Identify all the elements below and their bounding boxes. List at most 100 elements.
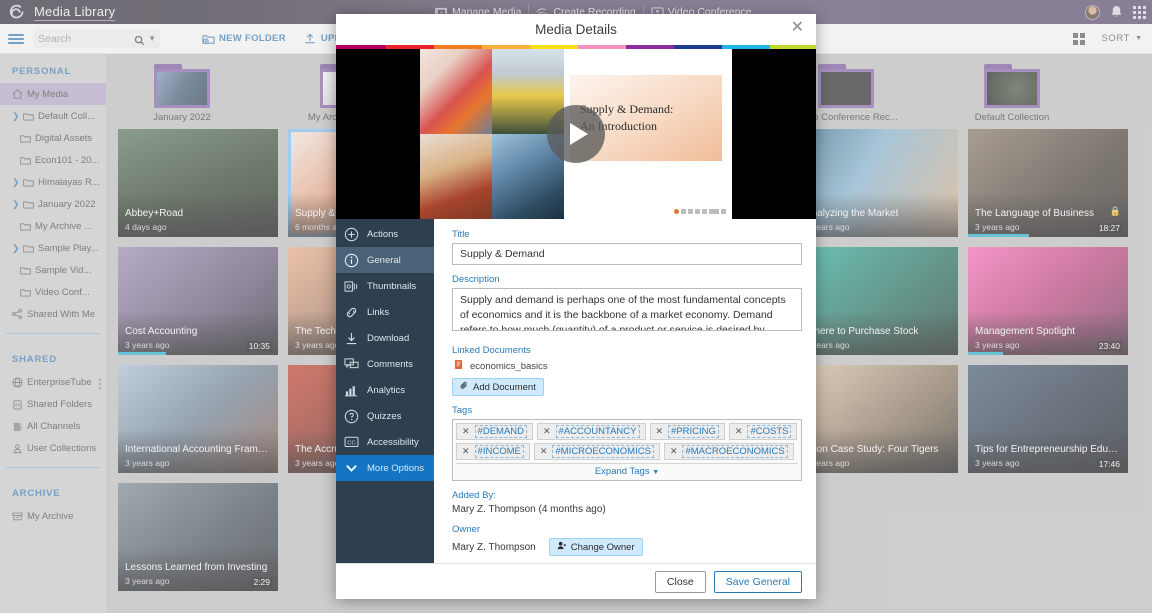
remove-tag-icon[interactable]: ✕ [462, 426, 470, 437]
linked-document-name: economics_basics [470, 360, 548, 372]
expand-tags-button[interactable]: Expand Tags ▼ [456, 463, 798, 477]
linked-documents-group: Linked Documents economics_basics Add Do… [452, 345, 802, 396]
modal-nav-download[interactable]: Download [336, 325, 434, 351]
modal-nav-label: General [367, 254, 401, 266]
app-root: Media Library Manage Media Create Record… [0, 0, 1152, 613]
thumbnails-icon [343, 278, 360, 295]
change-owner-label: Change Owner [570, 541, 635, 553]
link-chain-icon [343, 304, 360, 321]
tag-label: #MICROECONOMICS [552, 445, 654, 458]
document-red-icon [454, 359, 463, 373]
modal-nav-label: Download [367, 332, 410, 344]
tag-row: ✕ #DEMAND ✕ #ACCOUNTANCY ✕ #PRICING ✕ #COSTS [456, 423, 798, 440]
description-textarea[interactable] [452, 288, 802, 331]
comment-bubbles-icon [343, 356, 360, 373]
video-frame: Supply & Demand: An Introduction [420, 49, 732, 219]
modal-nav-links[interactable]: Links [336, 299, 434, 325]
modal-nav-label: Actions [367, 228, 399, 240]
modal-nav-general[interactable]: General [336, 247, 434, 273]
modal-nav-label: Comments [367, 358, 413, 370]
slide-line-1: Supply & Demand: [580, 101, 674, 116]
added-by-group: Added By: Mary Z. Thompson (4 months ago… [452, 490, 802, 515]
info-circle-icon [343, 252, 360, 269]
expand-tags-label: Expand Tags [594, 466, 650, 477]
modal-footer: Close Save General [336, 563, 816, 599]
modal-nav-label: Links [367, 306, 390, 318]
title-label: Title [452, 229, 470, 240]
chevron-down-icon: ▼ [652, 469, 660, 476]
download-arrow-icon [343, 330, 360, 347]
chevron-down-icon [343, 460, 360, 477]
add-document-button[interactable]: Add Document [452, 378, 544, 396]
tags-group: Tags ✕ #DEMAND ✕ #ACCOUNTANCY ✕ #PRICING ✕ #… [452, 405, 802, 481]
media-details-modal: Media Details ✕ Supply & Demand: An Intr… [336, 14, 816, 599]
svg-text:CC: CC [347, 440, 356, 446]
added-by-label: Added By: [452, 490, 496, 501]
modal-body: Actions General Thumbnails Links Downloa… [336, 219, 816, 563]
modal-nav-more-options[interactable]: More Options [336, 455, 434, 481]
tag-chip[interactable]: ✕ #DEMAND [456, 423, 533, 440]
modal-nav-label: More Options [367, 462, 425, 474]
video-player[interactable]: Supply & Demand: An Introduction [336, 49, 816, 219]
tag-label: #DEMAND [474, 425, 527, 438]
close-button[interactable]: Close [654, 570, 706, 593]
description-field-group: Description [452, 274, 802, 336]
add-document-label: Add Document [473, 381, 536, 393]
bar-chart-icon [343, 382, 360, 399]
general-form: Title Description Linked Documents econo… [434, 219, 816, 563]
save-general-button[interactable]: Save General [713, 570, 802, 593]
paperclip-icon [460, 381, 469, 393]
play-button-icon[interactable] [547, 105, 605, 163]
modal-nav-actions[interactable]: Actions [336, 221, 434, 247]
owner-row: Mary Z. Thompson Change Owner [452, 538, 802, 556]
slide-collage-image [420, 49, 564, 219]
owner-group: Owner Mary Z. Thompson Change Owner [452, 524, 802, 556]
close-x-icon[interactable]: ✕ [791, 20, 804, 36]
title-input[interactable] [452, 243, 802, 265]
modal-nav-label: Quizzes [367, 410, 402, 422]
modal-nav-label: Thumbnails [367, 280, 417, 292]
tag-label: #ACCOUNTANCY [555, 425, 640, 438]
user-add-icon [557, 541, 567, 553]
added-by-value: Mary Z. Thompson (4 months ago) [452, 504, 606, 515]
tag-chip[interactable]: ✕ #MACROECONOMICS [663, 443, 794, 460]
linked-documents-label: Linked Documents [452, 345, 531, 356]
modal-nav-thumbnails[interactable]: Thumbnails [336, 273, 434, 299]
remove-tag-icon[interactable]: ✕ [540, 446, 548, 457]
tags-box: ✕ #DEMAND ✕ #ACCOUNTANCY ✕ #PRICING ✕ #COSTS… [452, 419, 802, 481]
tag-chip[interactable]: ✕ #PRICING [649, 423, 725, 440]
modal-nav-analytics[interactable]: Analytics [336, 377, 434, 403]
tag-label: #MACROECONOMICS [682, 445, 788, 458]
tag-chip[interactable]: ✕ #INCOME [456, 443, 530, 460]
title-field-group: Title [452, 229, 802, 265]
tag-label: #PRICING [668, 425, 719, 438]
modal-nav-label: Analytics [367, 384, 406, 396]
modal-header: Media Details ✕ [336, 14, 816, 45]
owner-label: Owner [452, 524, 480, 535]
tag-row: ✕ #INCOME ✕ #MICROECONOMICS ✕ #MACROECONOMI… [456, 443, 798, 460]
tag-label: #INCOME [474, 445, 524, 458]
remove-tag-icon[interactable]: ✕ [735, 426, 743, 437]
tag-chip[interactable]: ✕ #COSTS [728, 423, 798, 440]
question-circle-icon [343, 408, 360, 425]
remove-tag-icon[interactable]: ✕ [656, 426, 664, 437]
tag-chip[interactable]: ✕ #MICROECONOMICS [533, 443, 660, 460]
change-owner-button[interactable]: Change Owner [548, 538, 643, 556]
modal-nav-comments[interactable]: Comments [336, 351, 434, 377]
modal-nav-quizzes[interactable]: Quizzes [336, 403, 434, 429]
remove-tag-icon[interactable]: ✕ [462, 446, 470, 457]
modal-nav: Actions General Thumbnails Links Downloa… [336, 219, 434, 563]
closed-caption-icon: CC [343, 434, 360, 451]
player-controls[interactable] [674, 209, 726, 214]
tag-chip[interactable]: ✕ #ACCOUNTANCY [537, 423, 646, 440]
description-label: Description [452, 274, 500, 285]
modal-nav-label: Accessibility [367, 436, 419, 448]
tag-label: #COSTS [747, 425, 792, 438]
tags-label: Tags [452, 405, 473, 416]
remove-tag-icon[interactable]: ✕ [670, 446, 678, 457]
owner-value: Mary Z. Thompson [452, 541, 536, 553]
linked-document-row[interactable]: economics_basics [454, 359, 802, 373]
modal-title: Media Details [535, 22, 617, 37]
remove-tag-icon[interactable]: ✕ [543, 426, 551, 437]
modal-nav-accessibility[interactable]: CC Accessibility [336, 429, 434, 455]
